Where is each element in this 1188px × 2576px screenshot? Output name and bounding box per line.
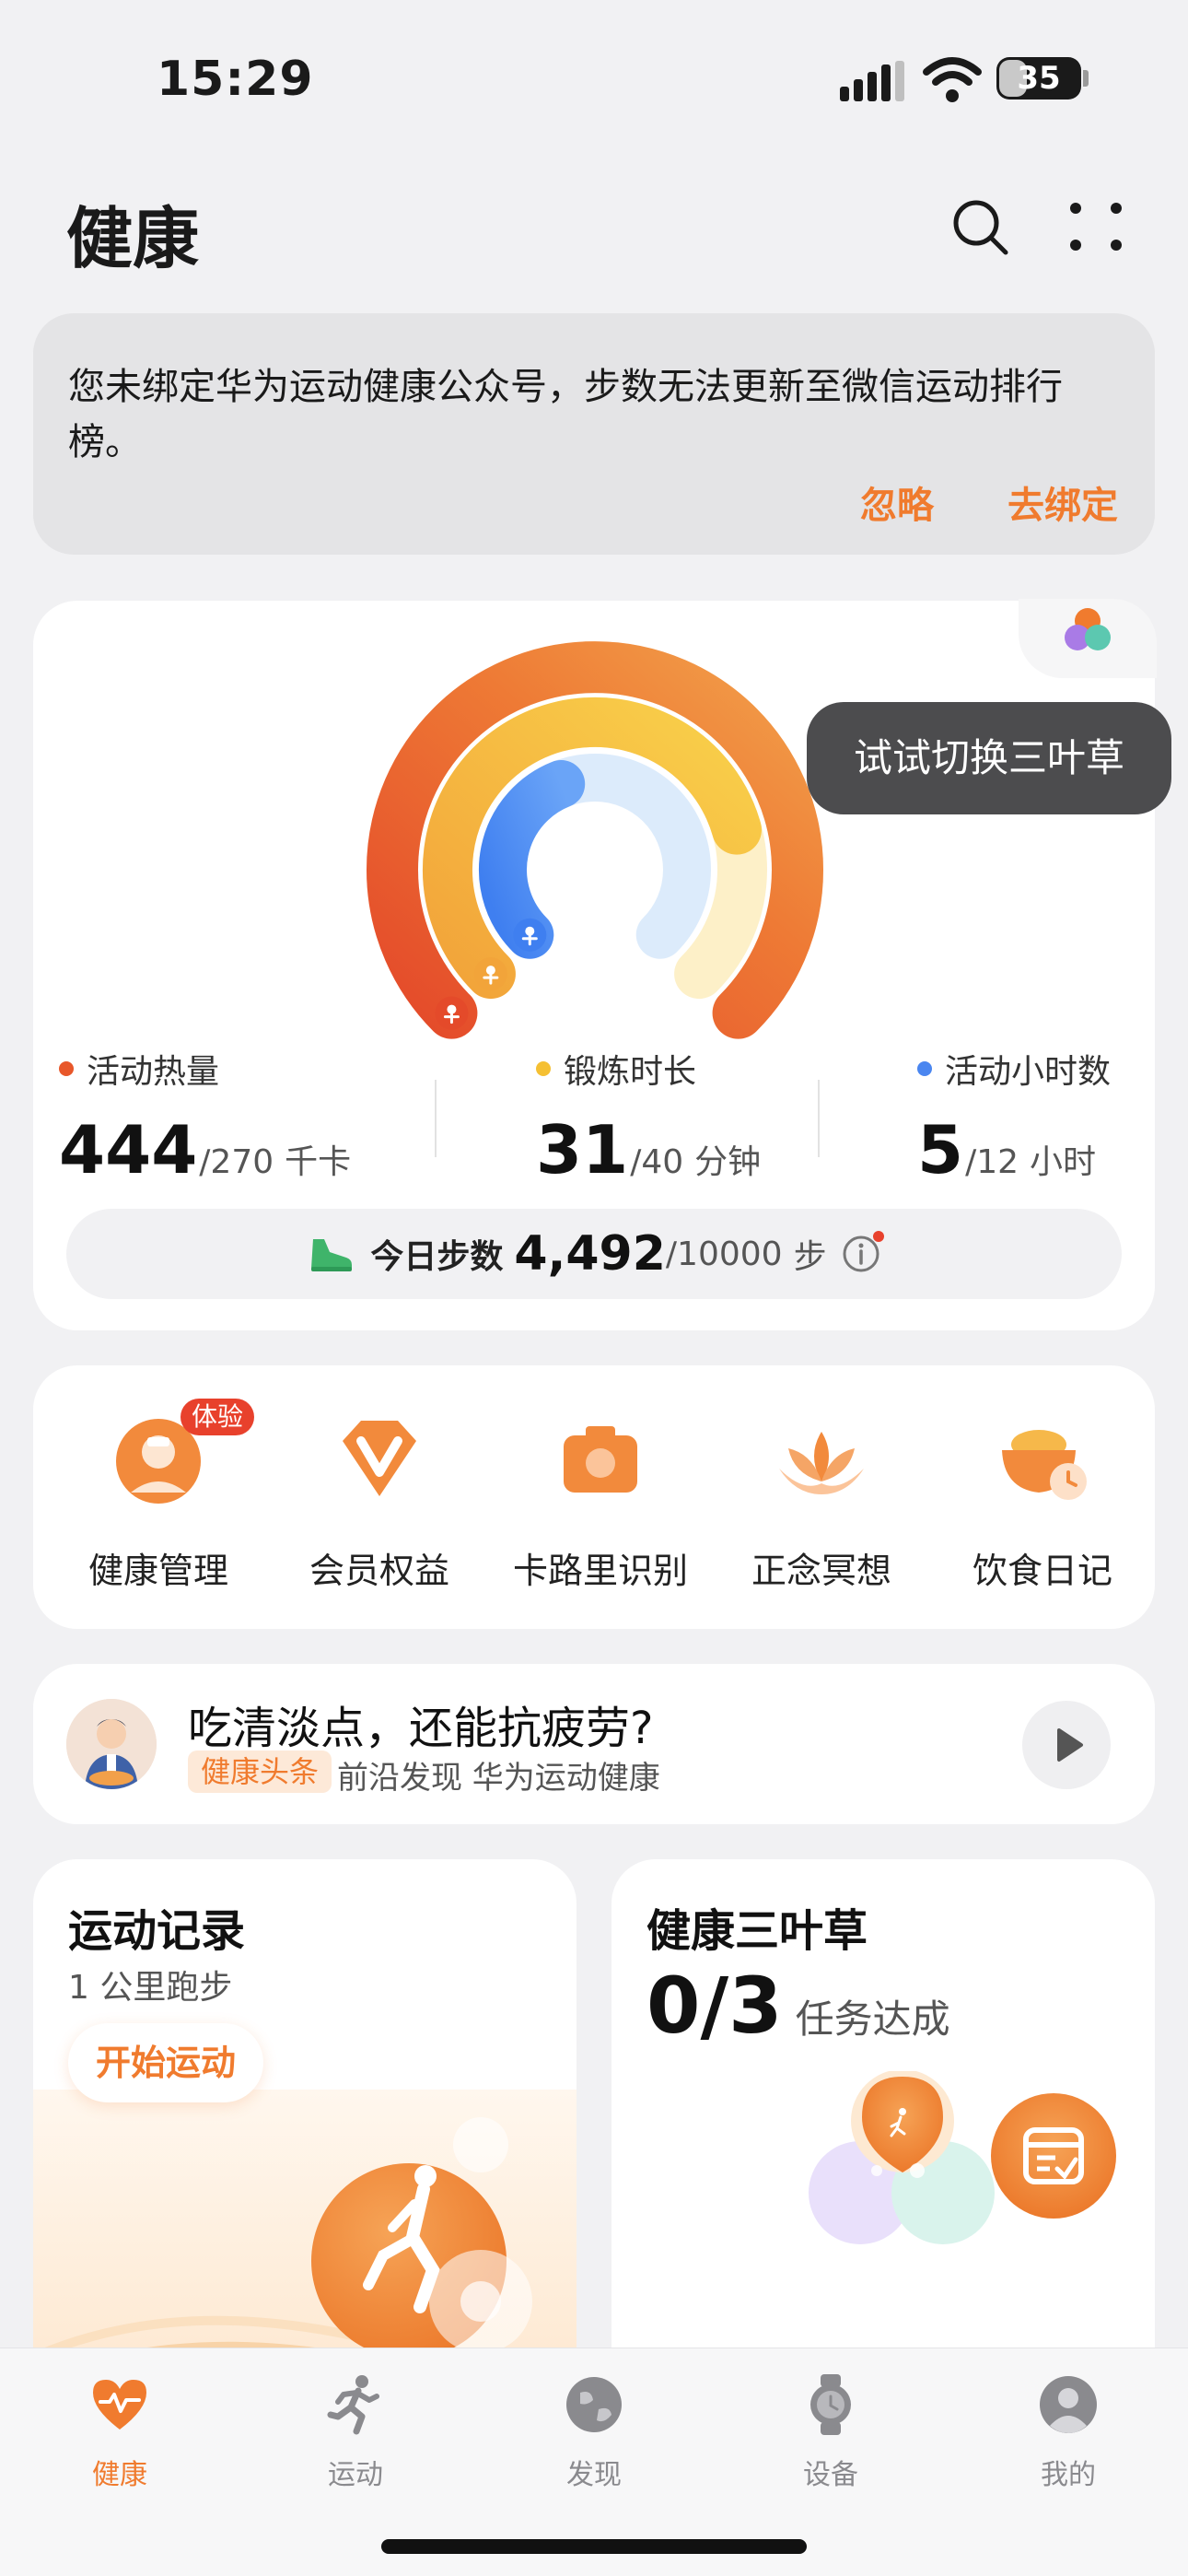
bind-button[interactable]: 去绑定 (1007, 475, 1118, 529)
search-icon[interactable] (949, 195, 1011, 258)
service-diet-diary[interactable]: 饮食日记 (932, 1404, 1153, 1593)
exercise-card-subtitle: 1 公里跑步 (68, 1969, 233, 2007)
battery-tip (1083, 70, 1089, 87)
camera-icon (545, 1404, 656, 1515)
metric-label: 活动小时数 (945, 1053, 1112, 1091)
service-label: 健康管理 (87, 1551, 228, 1591)
steps-unit: 步 (793, 1238, 827, 1276)
services-card: 体验 健康管理 会员权益 卡路里识别 正念冥想 饮食日记 (33, 1365, 1155, 1629)
tab-profile[interactable]: 我的 (995, 2372, 1142, 2492)
calories-dot (59, 1061, 74, 1076)
article-source: 前沿发现 华为运动健康 (337, 1760, 660, 1797)
exercise-record-card[interactable]: 运动记录 1 公里跑步 开始运动 (33, 1859, 577, 2430)
exercise-card-title: 运动记录 (68, 1905, 246, 1957)
article-tag: 健康头条 (188, 1751, 332, 1793)
tab-health[interactable]: 健康 (46, 2372, 193, 2492)
tab-devices[interactable]: 设备 (757, 2372, 904, 2492)
more-icon[interactable] (1068, 201, 1124, 252)
steps-target: /10000 (665, 1235, 783, 1273)
profile-icon (1040, 2376, 1097, 2433)
clover-switch-button[interactable] (1019, 599, 1157, 678)
article-card[interactable]: 吃清淡点，还能抗疲劳? 健康头条 前沿发现 华为运动健康 (33, 1664, 1155, 1824)
active-hours-ring-progress (479, 760, 586, 959)
tab-discover[interactable]: 发现 (520, 2372, 668, 2492)
notice-text: 您未绑定华为运动健康公众号，步数无法更新至微信运动排行榜。 (68, 366, 1063, 463)
clover-card-title: 健康三叶草 (646, 1905, 868, 1957)
steps-value: 4,492 (514, 1226, 666, 1282)
clover-icon (1065, 608, 1111, 650)
clover-tooltip: 试试切换三叶草 (807, 702, 1171, 814)
lotus-icon (766, 1404, 877, 1515)
tab-label: 运动 (328, 2459, 383, 2491)
tab-label: 发现 (566, 2459, 622, 2491)
metric-target: /40 (630, 1143, 684, 1181)
ignore-button[interactable]: 忽略 (860, 475, 934, 529)
service-label: 正念冥想 (751, 1551, 891, 1591)
tab-label: 设备 (803, 2459, 858, 2491)
battery-percent: 35 (1017, 60, 1061, 97)
heart-icon (93, 2380, 146, 2430)
service-calorie-scan[interactable]: 卡路里识别 (490, 1404, 711, 1593)
metric-divider (818, 1080, 820, 1157)
article-title: 吃清淡点，还能抗疲劳? (188, 1703, 654, 1754)
trial-badge: 体验 (180, 1399, 254, 1435)
watch-icon (810, 2374, 851, 2435)
wechat-bind-notice: 您未绑定华为运动健康公众号，步数无法更新至微信运动排行榜。 忽略 去绑定 (33, 313, 1155, 555)
wifi-icon (923, 57, 982, 102)
run-icon (327, 2375, 379, 2435)
metric-label: 活动热量 (87, 1053, 220, 1091)
home-indicator[interactable] (381, 2539, 807, 2554)
start-exercise-button[interactable]: 开始运动 (68, 2023, 264, 2102)
info-icon[interactable] (842, 1231, 884, 1273)
service-label: 会员权益 (309, 1551, 449, 1591)
exercise-dot (536, 1061, 551, 1076)
activity-rings (367, 641, 823, 1039)
metric-value: 444 (59, 1111, 198, 1188)
health-clover-card[interactable]: 健康三叶草 0/3 任务达成 (611, 1859, 1155, 2430)
metric-exercise: 锻炼时长 31 /40 分钟 (536, 1045, 886, 1188)
metric-unit: 小时 (1030, 1143, 1097, 1181)
article-thumbnail (66, 1699, 157, 1789)
metric-label: 锻炼时长 (564, 1053, 697, 1091)
steps-label: 今日步数 (370, 1238, 504, 1276)
tab-label: 健康 (92, 2459, 147, 2491)
vip-icon (324, 1404, 435, 1515)
flame-icon-glyph (447, 1004, 457, 1014)
cellular-signal-icon (840, 61, 904, 101)
play-icon (1057, 1728, 1083, 1762)
clover-value: 0/3 (646, 1961, 783, 2051)
service-vip[interactable]: 会员权益 (269, 1404, 490, 1593)
clover-unit: 任务达成 (795, 1996, 950, 2042)
active-hours-dot (917, 1061, 932, 1076)
metric-divider (435, 1080, 437, 1157)
metric-unit: 千卡 (285, 1143, 352, 1181)
metric-target: /270 (199, 1143, 274, 1181)
status-time: 15:29 (157, 52, 314, 107)
metric-active-hours: 活动小时数 5 /12 小时 (917, 1045, 1138, 1188)
metric-calories: 活动热量 444 /270 千卡 (59, 1045, 409, 1188)
bowl-icon (987, 1404, 1098, 1515)
steps-bar[interactable]: 今日步数 4,492 /10000 步 (66, 1209, 1122, 1299)
metric-value: 5 (917, 1111, 964, 1188)
tab-exercise[interactable]: 运动 (282, 2372, 429, 2492)
service-health-management[interactable]: 体验 健康管理 (48, 1399, 269, 1593)
clover-illustration (809, 2071, 1116, 2244)
page-title: 健康 (66, 200, 200, 277)
play-button[interactable] (1022, 1701, 1111, 1789)
metric-unit: 分钟 (694, 1143, 762, 1181)
service-label: 卡路里识别 (512, 1551, 688, 1591)
health-home-screen: 15:29 35 健康 您未绑定华为运动健康公众号，步数无法更新至微信运动排行榜… (0, 0, 1188, 2576)
discover-icon (566, 2377, 622, 2432)
doctor-icon: 体验 (103, 1399, 254, 1515)
clover-progress: 0/3 任务达成 (646, 1961, 950, 2051)
tab-label: 我的 (1041, 2459, 1096, 2491)
info-notification-dot (872, 1231, 884, 1242)
service-label: 饮食日记 (972, 1551, 1112, 1591)
metric-target: /12 (965, 1143, 1019, 1181)
service-meditation[interactable]: 正念冥想 (711, 1404, 932, 1593)
shoe-icon (311, 1239, 353, 1271)
battery-indicator: 35 (996, 57, 1081, 100)
metric-value: 31 (536, 1111, 629, 1188)
